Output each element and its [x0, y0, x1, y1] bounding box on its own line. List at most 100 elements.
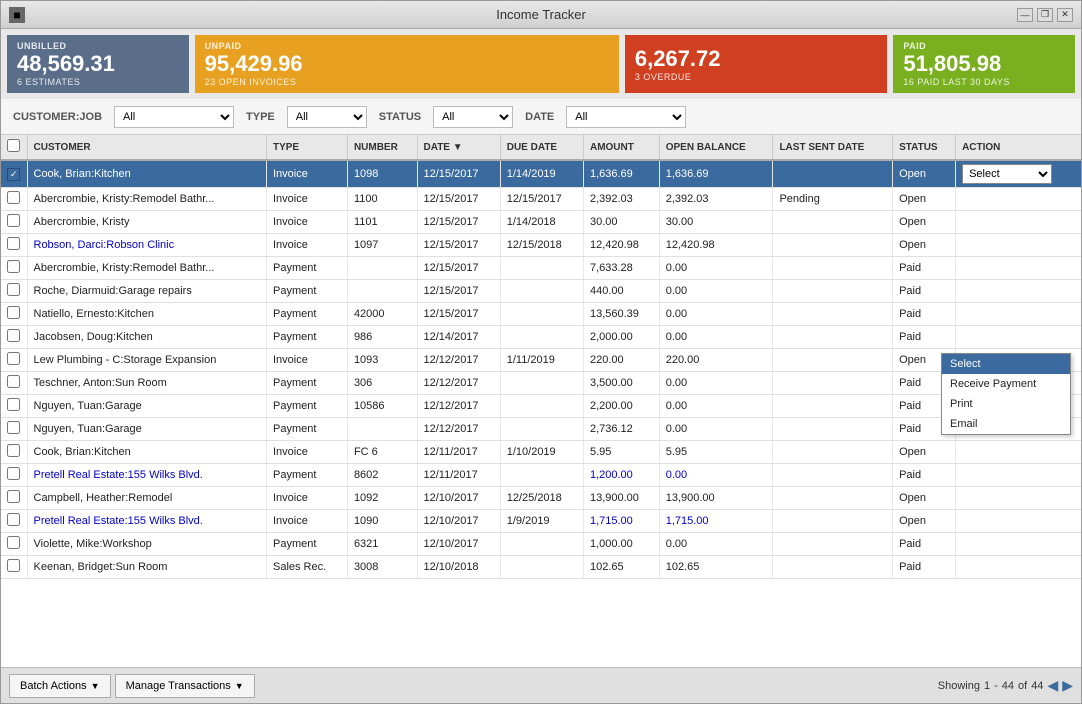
- row-checkbox-cell[interactable]: [1, 510, 27, 533]
- row-checkbox[interactable]: [7, 283, 20, 296]
- row-checkbox-cell[interactable]: [1, 188, 27, 211]
- prev-page-button[interactable]: ◀: [1047, 677, 1058, 694]
- table-row[interactable]: Nguyen, Tuan:Garage Payment 12/12/2017 2…: [1, 418, 1081, 441]
- table-row[interactable]: Violette, Mike:Workshop Payment 6321 12/…: [1, 533, 1081, 556]
- row-checkbox[interactable]: [7, 467, 20, 480]
- close-button[interactable]: ✕: [1057, 8, 1073, 22]
- dropdown-select[interactable]: Select: [942, 354, 1070, 374]
- table-row[interactable]: Roche, Diarmuid:Garage repairs Payment 1…: [1, 280, 1081, 303]
- row-checkbox-cell[interactable]: [1, 441, 27, 464]
- row-checkbox-cell[interactable]: [1, 372, 27, 395]
- row-action[interactable]: [956, 326, 1081, 349]
- row-checkbox-cell[interactable]: [1, 303, 27, 326]
- row-action[interactable]: [956, 211, 1081, 234]
- table-row[interactable]: ✓ Cook, Brian:Kitchen Invoice 1098 12/15…: [1, 160, 1081, 188]
- row-checkbox-cell[interactable]: [1, 556, 27, 579]
- table-row[interactable]: Abercrombie, Kristy:Remodel Bathr... Pay…: [1, 257, 1081, 280]
- row-checkbox[interactable]: [7, 237, 20, 250]
- table-wrapper[interactable]: CUSTOMER TYPE NUMBER DATE ▼ DUE DATE AMO…: [1, 135, 1081, 667]
- row-action[interactable]: [956, 280, 1081, 303]
- row-action[interactable]: [956, 303, 1081, 326]
- customer-job-select[interactable]: All: [114, 106, 234, 128]
- table-row[interactable]: Teschner, Anton:Sun Room Payment 306 12/…: [1, 372, 1081, 395]
- row-action[interactable]: [956, 257, 1081, 280]
- table-row[interactable]: Pretell Real Estate:155 Wilks Blvd. Invo…: [1, 510, 1081, 533]
- table-row[interactable]: Jacobsen, Doug:Kitchen Payment 986 12/14…: [1, 326, 1081, 349]
- row-checkbox-cell[interactable]: [1, 326, 27, 349]
- overdue-card[interactable]: 6,267.72 3 OVERDUE: [625, 35, 888, 93]
- batch-actions-button[interactable]: Batch Actions ▼: [9, 674, 111, 698]
- restore-button[interactable]: ❐: [1037, 8, 1053, 22]
- date-header[interactable]: DATE ▼: [417, 135, 500, 160]
- row-checkbox[interactable]: [7, 375, 20, 388]
- table-row[interactable]: Pretell Real Estate:155 Wilks Blvd. Paym…: [1, 464, 1081, 487]
- row-action[interactable]: [956, 234, 1081, 257]
- row-checkbox-cell[interactable]: [1, 395, 27, 418]
- row-checkbox[interactable]: [7, 421, 20, 434]
- type-select[interactable]: All: [287, 106, 367, 128]
- next-page-button[interactable]: ▶: [1062, 677, 1073, 694]
- number-header[interactable]: NUMBER: [347, 135, 417, 160]
- row-checkbox[interactable]: [7, 214, 20, 227]
- table-row[interactable]: Lew Plumbing - C:Storage Expansion Invoi…: [1, 349, 1081, 372]
- customer-header[interactable]: CUSTOMER: [27, 135, 266, 160]
- row-checkbox[interactable]: [7, 306, 20, 319]
- minimize-button[interactable]: —: [1017, 8, 1033, 22]
- action-select[interactable]: SelectReceive PaymentPrintEmail: [962, 164, 1052, 184]
- table-row[interactable]: Campbell, Heather:Remodel Invoice 1092 1…: [1, 487, 1081, 510]
- row-checkbox-cell[interactable]: [1, 464, 27, 487]
- row-checkbox-cell[interactable]: [1, 533, 27, 556]
- row-checkbox-cell[interactable]: [1, 280, 27, 303]
- row-checkbox[interactable]: [7, 260, 20, 273]
- unbilled-card[interactable]: UNBILLED 48,569.31 6 ESTIMATES: [7, 35, 189, 93]
- unpaid-card[interactable]: UNPAID 95,429.96 23 OPEN INVOICES: [195, 35, 619, 93]
- table-row[interactable]: Nguyen, Tuan:Garage Payment 10586 12/12/…: [1, 395, 1081, 418]
- row-checkbox[interactable]: [7, 191, 20, 204]
- row-action[interactable]: [956, 188, 1081, 211]
- due-date-header[interactable]: DUE DATE: [500, 135, 583, 160]
- open-balance-header[interactable]: OPEN BALANCE: [659, 135, 773, 160]
- row-action[interactable]: [956, 556, 1081, 579]
- row-action[interactable]: [956, 441, 1081, 464]
- table-row[interactable]: Robson, Darci:Robson Clinic Invoice 1097…: [1, 234, 1081, 257]
- select-all-checkbox[interactable]: [7, 139, 20, 152]
- date-select[interactable]: All: [566, 106, 686, 128]
- row-checkbox-cell[interactable]: [1, 234, 27, 257]
- status-select[interactable]: All: [433, 106, 513, 128]
- row-checkbox[interactable]: ✓: [7, 168, 20, 181]
- row-checkbox[interactable]: [7, 398, 20, 411]
- row-checkbox[interactable]: [7, 513, 20, 526]
- row-checkbox-cell[interactable]: [1, 418, 27, 441]
- row-action[interactable]: SelectReceive PaymentPrintEmail: [956, 160, 1081, 188]
- row-checkbox[interactable]: [7, 536, 20, 549]
- row-checkbox[interactable]: [7, 490, 20, 503]
- table-row[interactable]: Keenan, Bridget:Sun Room Sales Rec. 3008…: [1, 556, 1081, 579]
- row-checkbox-cell[interactable]: [1, 257, 27, 280]
- row-checkbox[interactable]: [7, 329, 20, 342]
- table-row[interactable]: Abercrombie, Kristy Invoice 1101 12/15/2…: [1, 211, 1081, 234]
- row-checkbox[interactable]: [7, 444, 20, 457]
- dropdown-print[interactable]: Print: [942, 394, 1070, 414]
- row-action[interactable]: [956, 510, 1081, 533]
- row-action[interactable]: [956, 487, 1081, 510]
- row-checkbox[interactable]: [7, 559, 20, 572]
- status-header[interactable]: STATUS: [893, 135, 956, 160]
- row-checkbox-cell[interactable]: [1, 487, 27, 510]
- select-all-header[interactable]: [1, 135, 27, 160]
- row-action[interactable]: [956, 464, 1081, 487]
- row-checkbox-cell[interactable]: [1, 349, 27, 372]
- table-row[interactable]: Natiello, Ernesto:Kitchen Payment 42000 …: [1, 303, 1081, 326]
- last-sent-header[interactable]: LAST SENT DATE: [773, 135, 893, 160]
- paid-card[interactable]: PAID 51,805.98 16 PAID LAST 30 DAYS: [893, 35, 1075, 93]
- row-checkbox[interactable]: [7, 352, 20, 365]
- manage-transactions-button[interactable]: Manage Transactions ▼: [115, 674, 255, 698]
- table-row[interactable]: Cook, Brian:Kitchen Invoice FC 6 12/11/2…: [1, 441, 1081, 464]
- table-row[interactable]: Abercrombie, Kristy:Remodel Bathr... Inv…: [1, 188, 1081, 211]
- dropdown-email[interactable]: Email: [942, 414, 1070, 434]
- row-checkbox-cell[interactable]: ✓: [1, 160, 27, 188]
- row-checkbox-cell[interactable]: [1, 211, 27, 234]
- dropdown-receive-payment[interactable]: Receive Payment: [942, 374, 1070, 394]
- amount-header[interactable]: AMOUNT: [583, 135, 659, 160]
- type-header[interactable]: TYPE: [266, 135, 347, 160]
- row-action[interactable]: [956, 533, 1081, 556]
